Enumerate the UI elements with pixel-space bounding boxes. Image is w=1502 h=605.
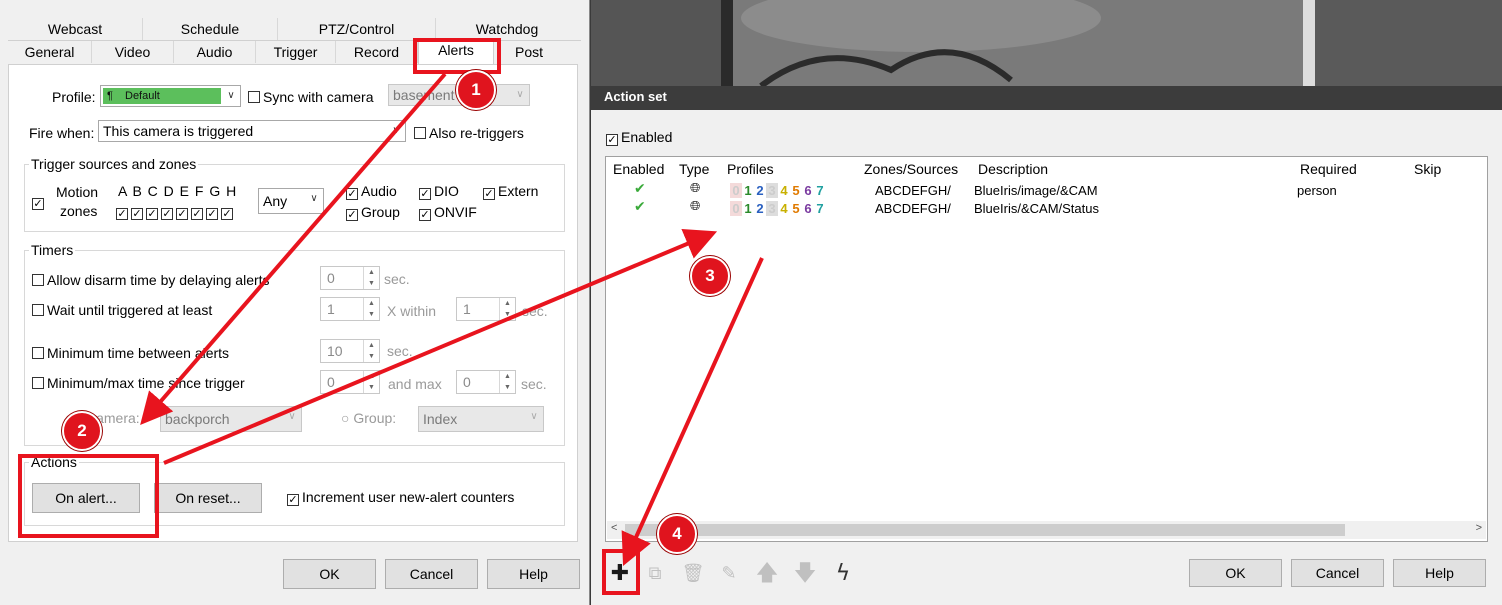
step-1-badge: 1 (456, 70, 496, 110)
highlight-on-alert (18, 454, 159, 538)
highlight-add (602, 549, 640, 595)
highlight-alerts-tab (413, 38, 501, 74)
annotation-arrows (140, 72, 764, 566)
step-2-badge: 2 (62, 411, 102, 451)
step-4-badge: 4 (657, 514, 697, 554)
step-3-badge: 3 (690, 256, 730, 296)
